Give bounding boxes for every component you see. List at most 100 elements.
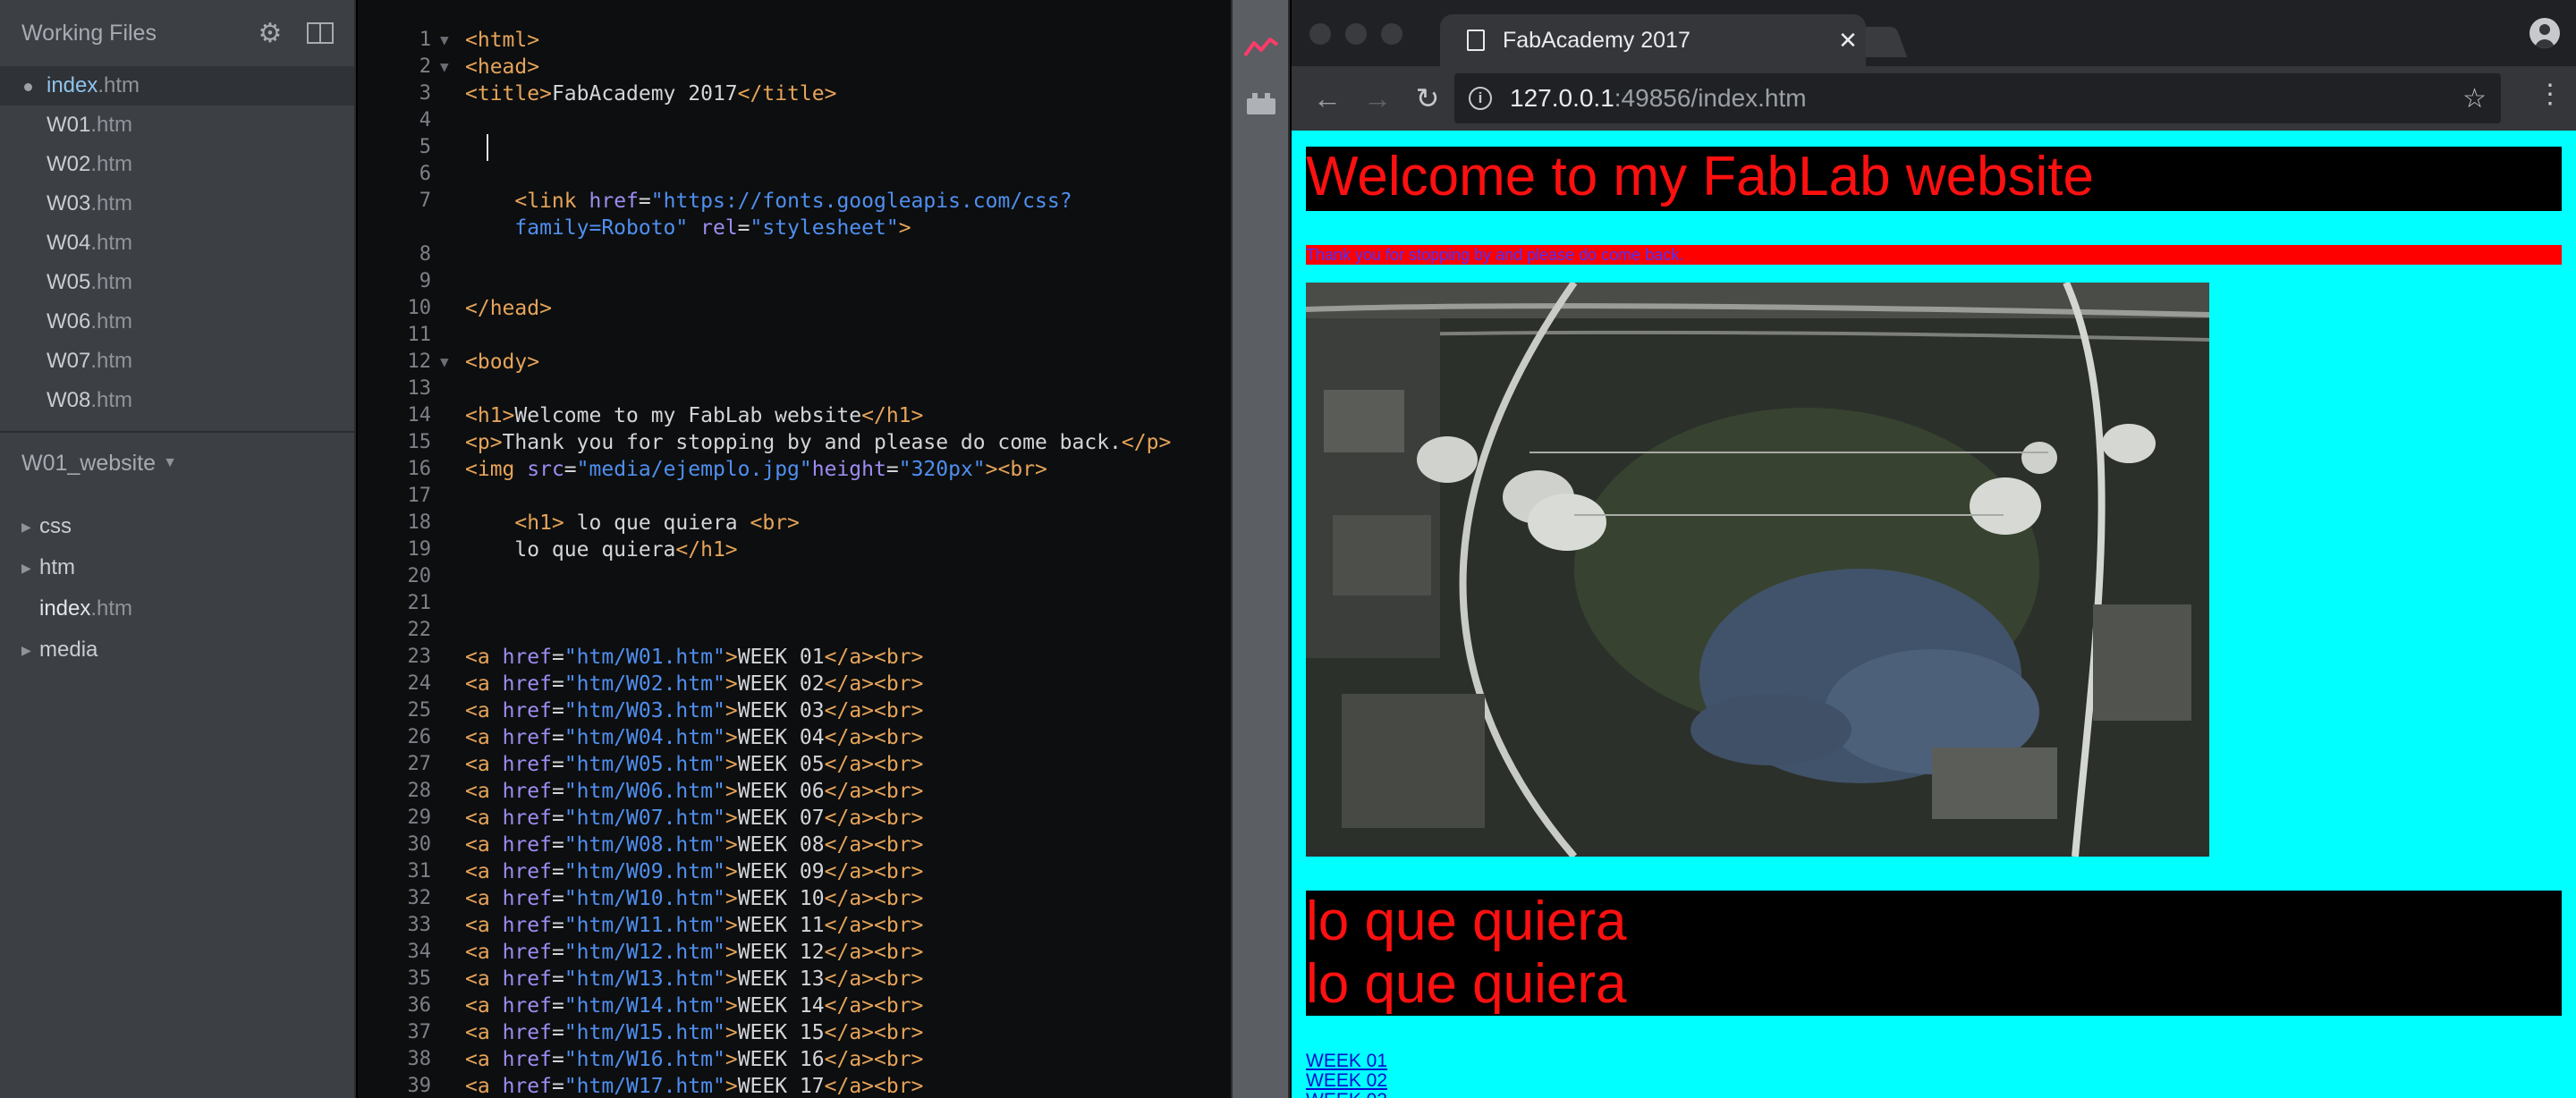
project-name: W01_website bbox=[21, 450, 157, 476]
code-line: 2 ▼ <head> bbox=[358, 54, 1231, 80]
code-text: <a href="htm/W05.htm">WEEK 05</a><br> bbox=[465, 753, 924, 776]
line-number: 3 bbox=[419, 82, 431, 105]
code-text: <a href="htm/W07.htm">WEEK 07</a><br> bbox=[465, 807, 924, 830]
browser-window: FabAcademy 2017 ✕ ← → ↻ i 127.0.0.1:4985… bbox=[1292, 0, 2576, 1098]
file-extension: .htm bbox=[90, 596, 133, 621]
tab-fabacademy[interactable]: FabAcademy 2017 ✕ bbox=[1440, 14, 1866, 66]
file-extension: .htm bbox=[90, 270, 133, 294]
minimize-window-button[interactable] bbox=[1345, 23, 1367, 45]
line-number: 2 bbox=[419, 55, 431, 78]
code-line: 4 bbox=[358, 107, 1231, 134]
working-file-w03[interactable]: W03 .htm bbox=[0, 184, 354, 224]
code-line: 16 <img src="media/ejemplo.jpg"height="32… bbox=[358, 456, 1231, 483]
fold-arrow-icon[interactable]: ▼ bbox=[440, 27, 449, 54]
week-link[interactable]: WEEK 02 bbox=[1306, 1071, 1387, 1091]
info-icon[interactable]: i bbox=[1469, 87, 1492, 110]
line-number: 6 bbox=[419, 163, 431, 185]
line-number: 32 bbox=[407, 887, 432, 909]
project-tree: ▶ css ▶ htm index .htm ▶ media bbox=[0, 506, 354, 671]
page-heading: Welcome to my FabLab website bbox=[1306, 147, 2562, 211]
code-line: 8 bbox=[358, 241, 1231, 268]
week-link[interactable]: WEEK 03 bbox=[1306, 1091, 1387, 1098]
fold-arrow-icon[interactable]: ▼ bbox=[440, 54, 449, 80]
split-view-icon[interactable] bbox=[304, 17, 336, 49]
page-viewport: Welcome to my FabLab website Thank you f… bbox=[1292, 131, 2576, 1098]
line-number: 18 bbox=[407, 511, 432, 534]
reload-icon[interactable]: ↻ bbox=[1402, 73, 1453, 123]
code-line: 37 <a href="htm/W15.htm">WEEK 15</a><br> bbox=[358, 1019, 1231, 1046]
address-bar[interactable]: i 127.0.0.1:49856/index.htm ☆ bbox=[1454, 73, 2501, 123]
code-text: <a href="htm/W09.htm">WEEK 09</a><br> bbox=[465, 860, 924, 883]
code-line: 36 <a href="htm/W14.htm">WEEK 14</a><br> bbox=[358, 992, 1231, 1019]
chevron-right-icon: ▶ bbox=[21, 519, 31, 534]
code-line: 29 <a href="htm/W07.htm">WEEK 07</a><br> bbox=[358, 805, 1231, 832]
line-number: 21 bbox=[407, 592, 432, 614]
code-text: <a href="htm/W17.htm">WEEK 17</a><br> bbox=[465, 1075, 924, 1098]
line-number: 37 bbox=[407, 1021, 432, 1043]
code-line: 19 lo que quiera</h1> bbox=[358, 536, 1231, 563]
heading-line-2: lo que quiera bbox=[1306, 953, 1627, 1015]
code-line: 30 <a href="htm/W08.htm">WEEK 08</a><br> bbox=[358, 832, 1231, 858]
code-text: <a href="htm/W15.htm">WEEK 15</a><br> bbox=[465, 1021, 924, 1044]
code-editor[interactable]: 1 ▼ <html> 2 ▼ <head> 3 <title>FabAcademy 2017<… bbox=[358, 0, 1231, 1098]
gear-icon[interactable]: ⚙ bbox=[254, 17, 286, 49]
working-file-index[interactable]: index .htm bbox=[0, 66, 354, 106]
line-number: 4 bbox=[419, 109, 431, 131]
close-window-button[interactable] bbox=[1309, 23, 1331, 45]
code-text: <body> bbox=[465, 351, 540, 374]
working-file-w04[interactable]: W04 .htm bbox=[0, 224, 354, 263]
bookmark-star-icon[interactable]: ☆ bbox=[2462, 83, 2487, 114]
extension-manager-icon[interactable] bbox=[1241, 86, 1281, 122]
code-line: family=Roboto" rel="stylesheet"> bbox=[358, 215, 1231, 241]
code-line: 26 <a href="htm/W04.htm">WEEK 04</a><br> bbox=[358, 724, 1231, 751]
file-extension: .htm bbox=[90, 231, 133, 255]
tree-item-label: media bbox=[39, 638, 98, 662]
file-extension: .htm bbox=[90, 349, 133, 373]
code-text: <a href="htm/W12.htm">WEEK 12</a><br> bbox=[465, 941, 924, 964]
profile-icon[interactable] bbox=[2529, 18, 2560, 48]
line-number: 25 bbox=[407, 699, 432, 722]
live-preview-icon[interactable] bbox=[1241, 29, 1281, 64]
line-number: 34 bbox=[407, 941, 432, 963]
line-number: 23 bbox=[407, 646, 432, 668]
fold-arrow-icon[interactable]: ▼ bbox=[440, 349, 449, 376]
code-line: 32 <a href="htm/W10.htm">WEEK 10</a><br> bbox=[358, 885, 1231, 912]
week-link[interactable]: WEEK 01 bbox=[1306, 1052, 1387, 1071]
code-text: <link href="https://fonts.googleapis.com… bbox=[514, 190, 1072, 213]
tree-item-label: htm bbox=[39, 555, 76, 579]
working-file-w06[interactable]: W06 .htm bbox=[0, 302, 354, 342]
working-file-w08[interactable]: W08 .htm bbox=[0, 381, 354, 420]
working-file-w01[interactable]: W01 .htm bbox=[0, 106, 354, 145]
file-name: W04 bbox=[47, 231, 91, 255]
line-number: 36 bbox=[407, 994, 432, 1017]
forward-icon[interactable]: → bbox=[1352, 73, 1402, 123]
code-text: <a href="htm/W16.htm">WEEK 16</a><br> bbox=[465, 1048, 924, 1071]
working-files-header: Working Files ⚙ bbox=[0, 0, 354, 66]
page-paragraph: Thank you for stopping by and please do … bbox=[1306, 245, 2562, 265]
chevron-down-icon: ▼ bbox=[163, 455, 177, 470]
working-file-w07[interactable]: W07 .htm bbox=[0, 342, 354, 381]
browser-menu-icon[interactable]: ⋮ bbox=[2537, 79, 2563, 110]
code-text: <a href="htm/W08.htm">WEEK 08</a><br> bbox=[465, 833, 924, 857]
working-file-w05[interactable]: W05 .htm bbox=[0, 263, 354, 302]
folder-media[interactable]: ▶ media bbox=[0, 629, 354, 671]
code-text: <p>Thank you for stopping by and please … bbox=[465, 431, 1172, 454]
code-line: 5 bbox=[358, 134, 1231, 161]
code-text: <a href="htm/W01.htm">WEEK 01</a><br> bbox=[465, 646, 924, 669]
line-number: 20 bbox=[407, 565, 432, 587]
folder-css[interactable]: ▶ css bbox=[0, 506, 354, 547]
maximize-window-button[interactable] bbox=[1381, 23, 1402, 45]
file-extension: .htm bbox=[90, 388, 133, 412]
code-line: 35 <a href="htm/W13.htm">WEEK 13</a><br> bbox=[358, 966, 1231, 992]
close-tab-icon[interactable]: ✕ bbox=[1830, 27, 1866, 55]
back-icon[interactable]: ← bbox=[1302, 73, 1352, 123]
project-dropdown[interactable]: W01_website ▼ bbox=[0, 433, 354, 494]
folder-htm[interactable]: ▶ htm bbox=[0, 547, 354, 588]
code-line: 1 ▼ <html> bbox=[358, 27, 1231, 54]
working-files-list: index .htm W01 .htm W02 .htm W03 .htm W04 .htm W05… bbox=[0, 66, 354, 420]
line-number: 11 bbox=[407, 324, 432, 346]
working-file-w02[interactable]: W02 .htm bbox=[0, 145, 354, 184]
code-text: family=Roboto" rel="stylesheet"> bbox=[514, 216, 911, 240]
tree-file-index[interactable]: index .htm bbox=[0, 588, 354, 629]
code-line: 7 <link href="https://fonts.googleapis.c… bbox=[358, 188, 1231, 215]
